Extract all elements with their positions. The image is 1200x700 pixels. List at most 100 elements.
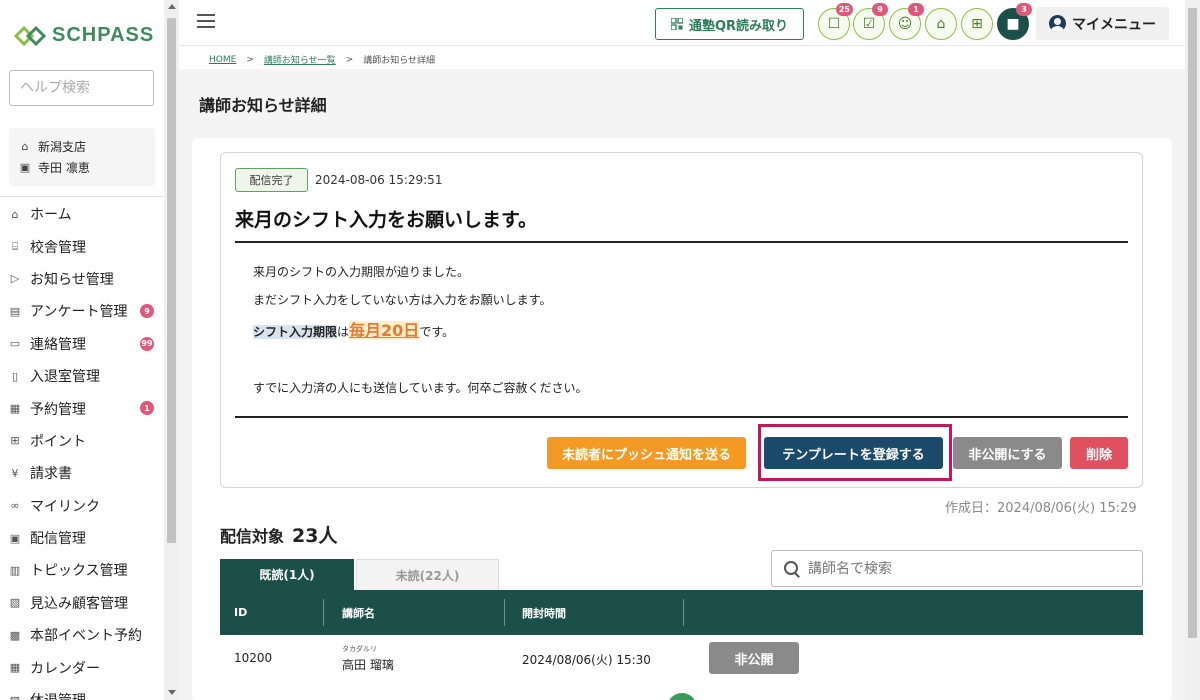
sidebar-item[interactable]: ▦ カレンダー [0,651,164,683]
gift-icon-glyph: ⊞ [971,16,983,32]
sidebar-item[interactable]: ▣ 配信管理 [0,522,164,554]
delete-button[interactable]: 削除 [1070,437,1128,469]
sidebar-item[interactable]: ▤ アンケート管理 9 [0,295,164,327]
teacher-search[interactable] [771,550,1143,587]
notice-body-line: すでに入力済の人にも送信しています。何卒ご容赦ください。 [253,381,588,395]
tab-read[interactable]: 既読(1人) [220,559,354,590]
user-id-icon: ▣ [19,161,31,174]
chat-icon-glyph: ■ [1006,16,1020,32]
chat-icon[interactable]: ■ 3 [997,3,1032,40]
sidebar-scrollbar[interactable] [164,0,179,700]
qr-code-icon [670,18,683,30]
page-scrollbar[interactable] [1185,0,1200,700]
sidebar-item-label: ポイント [30,433,86,450]
qr-scan-button[interactable]: 通塾QR読み取り [655,8,804,40]
page-scroll-thumb[interactable] [1188,8,1197,638]
brand-logo[interactable]: SCHPASS [14,24,154,47]
created-date: 作成日：2024/08/06(火) 15:29 [945,501,1137,516]
sidebar-item[interactable]: ▯ 入退室管理 [0,360,164,392]
sidebar-divider [0,196,164,197]
teacher-search-input[interactable] [808,560,1128,577]
sidebar-item-label: ホーム [30,207,72,224]
sidebar-item[interactable]: ▥ トピックス管理 [0,554,164,586]
body-divider [235,416,1128,418]
my-menu-label: マイメニュー [1072,16,1156,33]
deadline-emphasis: 毎月20日 [349,321,420,340]
schpass-logo-icon [14,25,46,46]
gift-icon: ⊞ [10,434,20,448]
count-badge: 99 [140,336,154,351]
event-icon: ▩ [9,628,21,642]
table-row: 10200 タカダルリ 高田 瑠璃 2024/08/06(火) 15:30 非公… [220,635,1143,695]
sidebar-item-label: 休退管理 [30,690,86,700]
notice-body-line: シフト入力期限は毎月20日です。 [253,317,454,341]
breadcrumb-current: 講師お知らせ詳細 [363,56,436,66]
notice-body-line: まだシフト入力をしていない方は入力をお願いします。 [253,293,552,307]
make-private-button[interactable]: 非公開にする [953,437,1062,469]
column-divider [323,599,324,626]
help-search-input[interactable] [9,70,154,106]
send-icon: ▷ [10,272,20,286]
hamburger-menu-icon[interactable] [197,14,215,28]
sidebar-item[interactable]: ▩ 本部イベント予約 [0,619,164,651]
home-icon: ⌂ [11,207,19,221]
column-divider [504,599,505,626]
delivery-icon: ▣ [9,531,21,545]
sidebar-item-label: 入退室管理 [30,369,100,386]
sidebar-item[interactable]: ▦ 予約管理 1 [0,392,164,424]
breadcrumb-separator: > [246,54,254,65]
chat-icon: ▭ [9,337,21,351]
push-notify-button[interactable]: 未読者にプッシュ通知を送る [547,437,746,469]
checklist-icon[interactable]: ☑ 9 [853,3,888,40]
sidebar-item[interactable]: ▭ 連絡管理 99 [0,328,164,360]
building-icon: ⌸ [11,239,19,253]
sidebar-item[interactable]: ¥ 請求書 [0,457,164,489]
count-badge: 9 [140,304,154,319]
sidebar-item-label: 校舎管理 [30,239,86,256]
breadcrumb-list-link[interactable]: 講師お知らせ一覧 [264,53,336,66]
calendar-icon: ▦ [9,402,21,416]
column-header-id[interactable]: ID [234,590,247,635]
sidebar-item-label: 予約管理 [30,401,86,418]
top-header: 通塾QR読み取り ☐ 25 ☑ 9 ☺ 1 ⌂ ⊞ ■ 3 マイメニュー [179,0,1185,46]
topics-icon: ▥ [9,563,21,577]
people-icon-glyph: ☺ [897,16,913,32]
tab-unread[interactable]: 未読(22人) [356,559,499,590]
sidebar-item-label: 本部イベント予約 [30,628,142,645]
gift-icon[interactable]: ⊞ [961,8,993,40]
notice-title: 来月のシフト入力をお願いします。 [235,209,538,231]
sidebar-item[interactable]: ▧ 見込み顧客管理 [0,587,164,619]
table-header: ID 講師名 開封時間 [220,590,1143,635]
people-icon[interactable]: ☺ 1 [889,3,924,40]
search-icon [784,560,800,577]
sidebar-item[interactable]: ⌂ ホーム [0,198,164,230]
sidebar-item[interactable]: ⊞ ポイント [0,425,164,457]
school-icon[interactable]: ⌂ [925,8,957,40]
notice-body-text: は [337,325,350,339]
calendar-icon: ▦ [9,661,21,675]
sidebar-item[interactable]: ▷ お知らせ管理 [0,263,164,295]
prospect-icon: ▧ [9,596,21,610]
sidebar-item-label: カレンダー [30,660,100,677]
scroll-down-icon[interactable] [168,690,176,695]
home-icon: ⌂ [21,140,29,153]
row-private-button[interactable]: 非公開 [709,642,799,674]
sidebar-item[interactable]: ▨ 休退管理 [0,684,164,700]
checklist-icon-glyph: ☑ [862,16,876,32]
column-header-name[interactable]: 講師名 [342,590,375,635]
sidebar-item[interactable]: ⌸ 校舎管理 [0,230,164,262]
my-menu-button[interactable]: マイメニュー [1036,7,1169,40]
message-icon[interactable]: ☐ 25 [818,3,853,40]
qr-scan-label: 通塾QR読み取り [688,18,789,34]
column-header-opened[interactable]: 開封時間 [522,590,566,635]
row-id: 10200 [234,651,273,665]
scroll-up-icon[interactable] [168,4,176,9]
deadline-highlight: シフト入力期限 [253,325,338,339]
sidebar-item[interactable]: ∞ マイリンク [0,490,164,522]
sidebar-item-label: トピックス管理 [30,563,128,580]
page-title: 講師お知らせ詳細 [199,96,327,115]
count-badge: 25 [835,3,853,16]
breadcrumb-home-link[interactable]: HOME [209,55,236,65]
sidebar-item-label: 配信管理 [30,531,86,548]
sidebar-scroll-thumb[interactable] [167,18,176,543]
